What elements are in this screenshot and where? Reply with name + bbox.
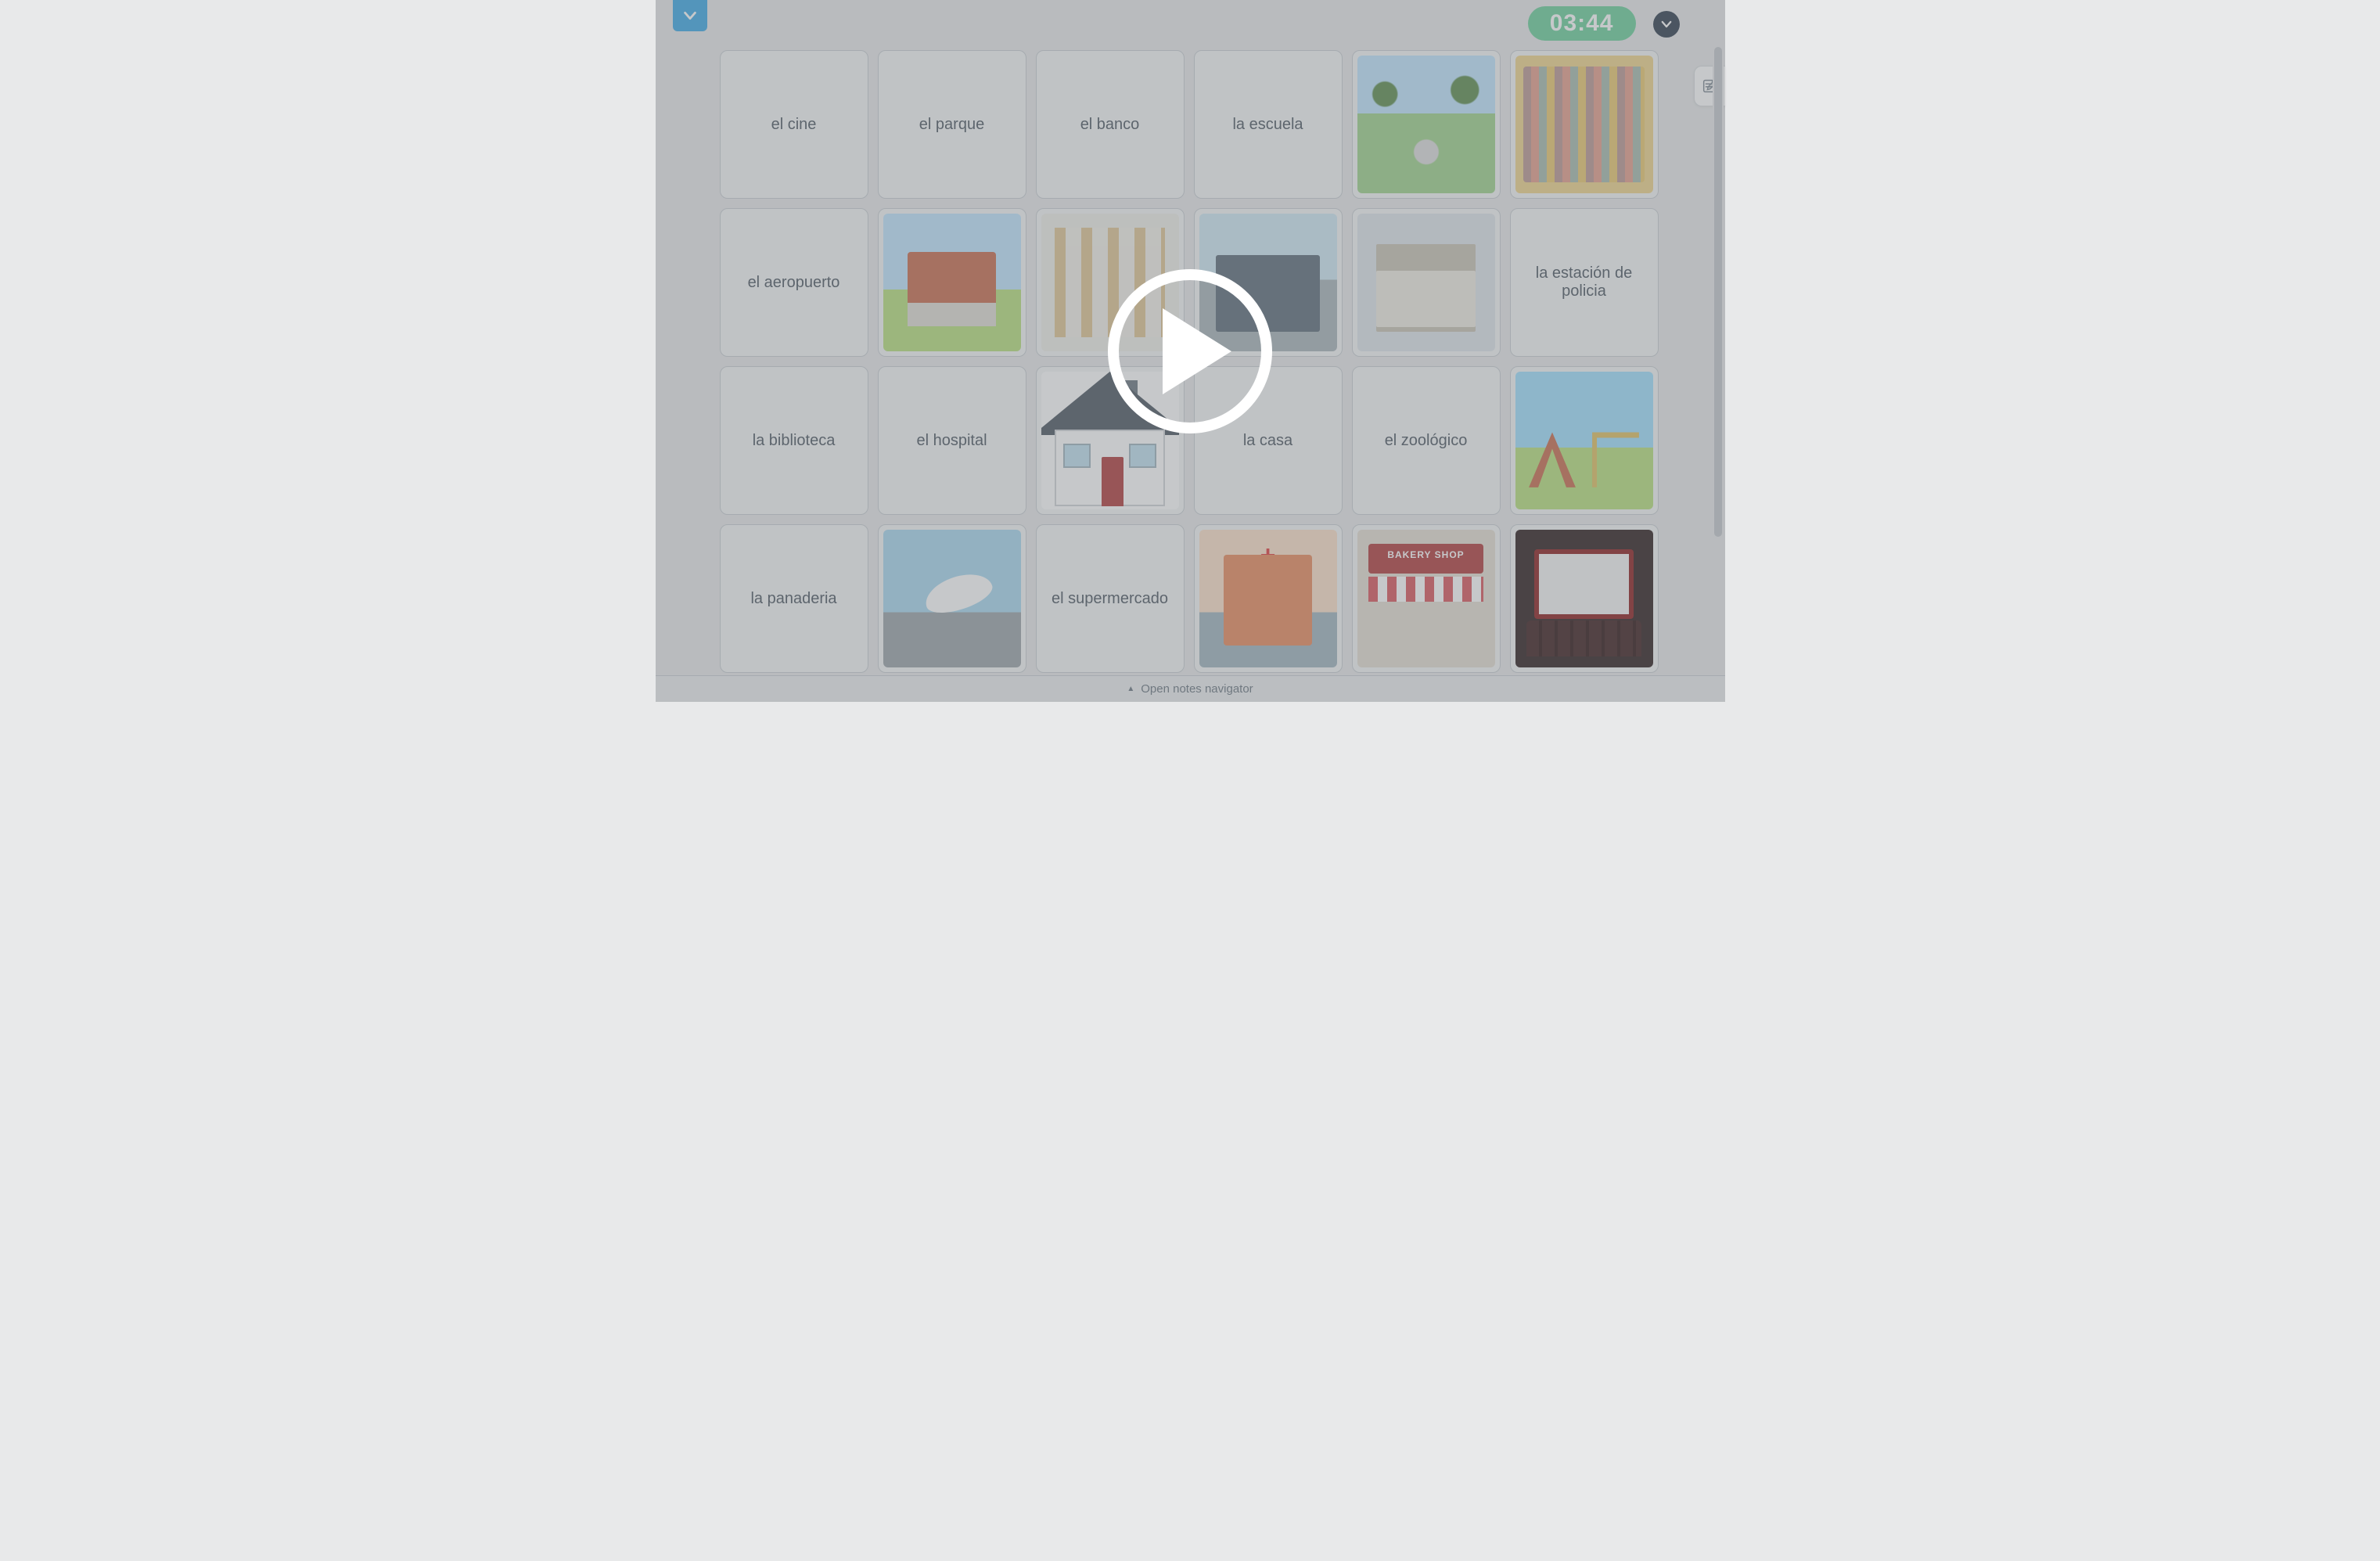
play-icon xyxy=(1154,308,1240,394)
app-stage: 03:44 el cineel parqueel bancola escuela… xyxy=(656,0,1725,702)
video-preview-overlay[interactable] xyxy=(656,0,1725,702)
play-button[interactable] xyxy=(1108,269,1272,433)
